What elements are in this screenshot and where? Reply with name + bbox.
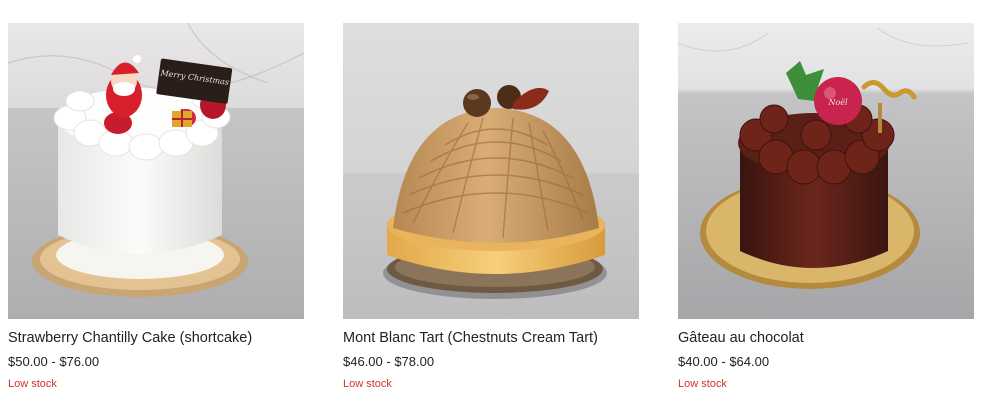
product-card[interactable]: Mont Blanc Tart (Chestnuts Cream Tart) $… [343, 23, 641, 391]
stock-status: Low stock [8, 378, 57, 390]
product-image-strawberry-chantilly-cake[interactable]: Merry Christmas [8, 23, 304, 319]
product-title[interactable]: Gâteau au chocolat [678, 329, 976, 347]
stock-status: Low stock [678, 378, 727, 390]
product-image-mont-blanc-tart[interactable] [343, 23, 639, 319]
product-price: $50.00 - $76.00 [8, 354, 100, 369]
product-title[interactable]: Strawberry Chantilly Cake (shortcake) [8, 329, 306, 347]
svg-text:Noël: Noël [827, 98, 848, 107]
product-price: $46.00 - $78.00 [343, 354, 435, 369]
product-grid: Merry Christmas Strawberry Chantilly Cak… [0, 0, 983, 419]
product-image-gateau-au-chocolat[interactable]: Noël [678, 23, 974, 319]
product-price: $40.00 - $64.00 [678, 354, 770, 369]
stock-status: Low stock [343, 378, 392, 390]
product-card[interactable]: Merry Christmas Strawberry Chantilly Cak… [8, 23, 306, 391]
product-card[interactable]: Noël Gâteau au chocolat $40.00 - $64.00 … [678, 23, 976, 391]
product-title[interactable]: Mont Blanc Tart (Chestnuts Cream Tart) [343, 329, 641, 347]
